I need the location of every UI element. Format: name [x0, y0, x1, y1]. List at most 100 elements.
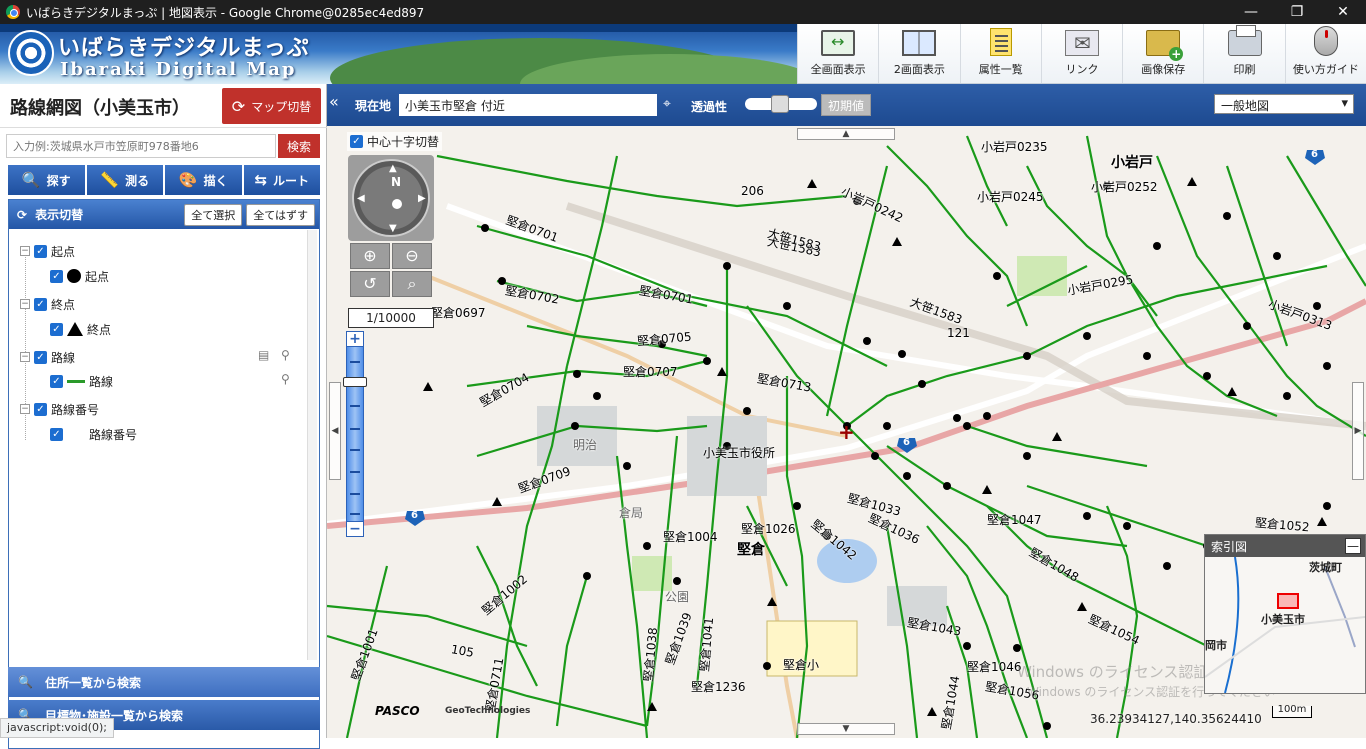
tree-scrollbar[interactable] [307, 230, 317, 660]
layer-group-route-number[interactable]: − ✓ 路線番号 [20, 400, 99, 418]
layer-item-end[interactable]: ✓ 終点 [50, 320, 111, 338]
dual-screen-button[interactable]: 2画面表示 [878, 24, 959, 83]
deselect-all-button[interactable]: 全てはずす [246, 203, 315, 226]
checkbox-checked-icon[interactable]: ✓ [50, 374, 63, 388]
layer-item-route[interactable]: ✓ 路線 [50, 372, 113, 390]
minimize-icon[interactable]: — [1345, 538, 1361, 554]
basemap-select[interactable]: 一般地図 [1214, 94, 1354, 114]
fullscreen-icon [821, 30, 856, 56]
minimize-button[interactable]: — [1228, 4, 1274, 20]
document-icon[interactable]: ▤ [258, 348, 269, 362]
map-switch-button[interactable]: ⟳ マップ切替 [222, 88, 321, 124]
index-current-area[interactable] [1277, 593, 1299, 609]
compass-control[interactable]: N ▲ ▼ ◀ ▶ [348, 155, 434, 241]
route-label: 121 [947, 326, 970, 340]
zoom-slider-thumb[interactable] [343, 377, 367, 387]
pan-left-button[interactable]: ◀ [329, 382, 341, 480]
school-label: 堅倉小 [783, 658, 820, 672]
checkbox-checked-icon[interactable]: ✓ [350, 135, 363, 148]
tab-route[interactable]: ⇆ ルート [243, 165, 320, 195]
zoom-minus-button[interactable]: − [346, 521, 364, 537]
swirl-logo-icon[interactable] [8, 30, 54, 76]
compass-ring[interactable]: N ▲ ▼ ◀ ▶ [352, 159, 430, 237]
crosshair-toggle[interactable]: ✓ 中心十字切替 [347, 132, 443, 151]
pan-right-button[interactable]: ▶ [1352, 382, 1364, 480]
tool-label: 属性一覧 [978, 63, 1023, 76]
pan-up-button[interactable]: ▲ [797, 128, 895, 140]
pan-down-arrow-icon[interactable]: ▼ [389, 223, 397, 234]
status-url: javascript:void(0); [0, 718, 114, 738]
tab-measure[interactable]: 📏 測る [86, 165, 163, 195]
print-button[interactable]: 印刷 [1203, 24, 1284, 83]
zoom-in-icon[interactable]: ⊕ [350, 243, 390, 269]
pan-left-arrow-icon[interactable]: ◀ [357, 193, 365, 204]
route-label: 小岩戸0245 [977, 190, 1044, 204]
attribute-list-button[interactable]: 属性一覧 [959, 24, 1041, 83]
checkbox-checked-icon[interactable]: ✓ [34, 350, 47, 364]
tab-draw[interactable]: 🎨 描く [165, 165, 242, 195]
logo-english[interactable]: Ibaraki Digital Map [60, 59, 297, 80]
rotate-reset-icon[interactable]: ↺ [350, 271, 390, 297]
refresh-icon: ⟳ [17, 207, 28, 222]
zoom-area-icon[interactable]: ⌕ [392, 271, 432, 297]
magnifier-icon[interactable]: ⚲ [281, 348, 290, 362]
close-window-button[interactable]: ✕ [1320, 4, 1366, 20]
target-icon[interactable]: ⌖ [663, 96, 671, 112]
checkbox-checked-icon[interactable]: ✓ [34, 402, 47, 416]
index-map-panel[interactable]: 索引図 — 茨城町 小美玉市 岡市 [1204, 534, 1366, 694]
transparency-slider[interactable] [745, 95, 817, 113]
location-field[interactable]: 小美玉市堅倉 付近 [399, 94, 657, 116]
layer-item-route-number[interactable]: ✓ 路線番号 [50, 425, 137, 443]
layer-group-route[interactable]: − ✓ 路線 [20, 348, 75, 366]
zoom-out-icon[interactable]: ⊖ [392, 243, 432, 269]
reset-button[interactable]: 初期値 [821, 94, 871, 116]
checkbox-checked-icon[interactable]: ✓ [50, 269, 63, 283]
magnifier-icon[interactable]: ⚲ [281, 372, 290, 386]
road-base [327, 203, 1366, 527]
layer-group-end[interactable]: − ✓ 終点 [20, 295, 75, 313]
collapse-icon[interactable]: − [20, 299, 30, 309]
tab-label: ルート [273, 173, 310, 188]
layer-group-label: 路線 [51, 350, 76, 365]
guide-mouse-icon [1313, 26, 1338, 56]
restore-button[interactable]: ❐ [1274, 4, 1320, 20]
collapse-icon[interactable]: − [20, 404, 30, 414]
compass-center[interactable] [392, 199, 402, 209]
chrome-icon [6, 5, 20, 19]
checkbox-checked-icon[interactable]: ✓ [34, 244, 47, 258]
map-canvas[interactable]: 小岩戸 堅倉 堅倉小 明治 小美玉市役所 倉局 公園 206 大笹1583 大笹… [327, 126, 1366, 738]
slider-thumb[interactable] [771, 95, 789, 113]
road-major [565, 202, 1366, 430]
zoom-plus-button[interactable]: + [346, 331, 364, 347]
address-search-input[interactable] [6, 134, 276, 158]
checkbox-checked-icon[interactable]: ✓ [50, 322, 63, 336]
tab-label: 描く [203, 173, 228, 188]
address-list-accordion[interactable]: 🔍 住所一覧から検索 [8, 667, 320, 697]
tool-label: 印刷 [1233, 63, 1256, 76]
checkbox-checked-icon[interactable]: ✓ [34, 297, 47, 311]
pan-up-arrow-icon[interactable]: ▲ [389, 163, 397, 174]
tab-search[interactable]: 🔍 探す [8, 165, 85, 195]
route-label: 堅倉1026 [741, 522, 796, 536]
collapse-icon[interactable]: − [20, 352, 30, 362]
zoom-slider[interactable]: + − [343, 331, 367, 537]
fullscreen-button[interactable]: 全画面表示 [797, 24, 878, 83]
save-image-button[interactable]: 画像保存 [1122, 24, 1203, 83]
pan-down-button[interactable]: ▼ [797, 723, 895, 735]
link-mail-icon [1064, 30, 1099, 56]
logo-japanese[interactable]: いばらきデジタルまっぷ [58, 30, 310, 62]
tab-label: 測る [125, 173, 150, 188]
guide-button[interactable]: 使い方ガイド [1284, 24, 1366, 83]
pan-right-arrow-icon[interactable]: ▶ [418, 193, 426, 204]
collapse-panel-icon[interactable]: « [329, 92, 339, 111]
search-button[interactable]: 検索 [278, 134, 320, 158]
checkbox-checked-icon[interactable]: ✓ [50, 427, 63, 441]
layer-item-start[interactable]: ✓ 起点 [50, 267, 109, 285]
select-all-button[interactable]: 全て選択 [184, 203, 243, 226]
layer-group-start[interactable]: − ✓ 起点 [20, 242, 75, 260]
zoom-buttons: ⊕ ⊖ ↺ ⌕ [348, 243, 434, 297]
index-map-body[interactable]: 茨城町 小美玉市 岡市 [1205, 557, 1365, 693]
attribute-list-icon [989, 28, 1012, 56]
link-button[interactable]: リンク [1040, 24, 1122, 83]
collapse-icon[interactable]: − [20, 246, 30, 256]
